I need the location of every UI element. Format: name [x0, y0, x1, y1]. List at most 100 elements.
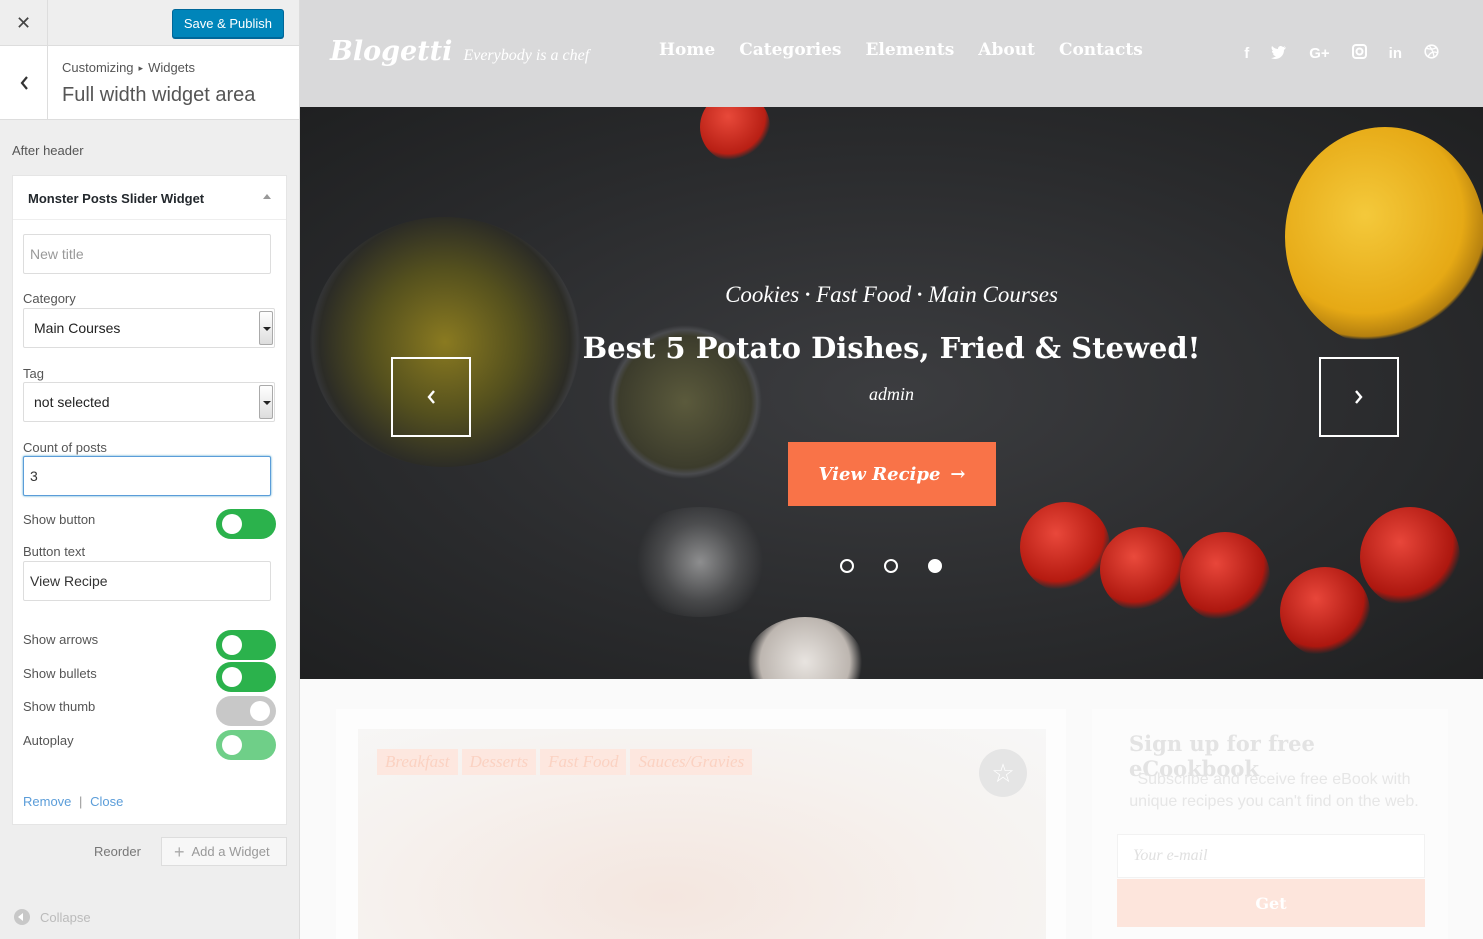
star-icon[interactable]: ☆	[979, 749, 1027, 797]
linkedin-icon[interactable]: in	[1389, 45, 1402, 62]
site-logo[interactable]: Blogetti Everybody is a chef	[330, 36, 589, 67]
count-input[interactable]: 3	[23, 456, 271, 496]
google-plus-icon[interactable]: G+	[1309, 45, 1329, 62]
signup-text: Subscribe and receive free eBook with un…	[1129, 771, 1419, 810]
tomato-image	[1100, 527, 1185, 612]
lemon-image	[1285, 127, 1483, 347]
toggle-knob	[250, 701, 270, 721]
close-icon[interactable]: ✕	[0, 0, 48, 46]
link-separator: |	[79, 794, 83, 809]
view-recipe-button[interactable]: View Recipe →	[788, 442, 996, 506]
breadcrumb-child: Widgets	[148, 60, 196, 75]
arrow-right-icon: →	[950, 463, 966, 485]
view-recipe-label: View Recipe	[818, 463, 941, 485]
post-tag[interactable]: Fast Food	[540, 749, 627, 775]
category-value: Main Courses	[34, 320, 121, 336]
caret-up-icon[interactable]	[263, 194, 271, 199]
hero-category[interactable]: Main Courses	[928, 282, 1058, 307]
show-bullets-toggle[interactable]	[216, 662, 276, 692]
slider-bullet-active[interactable]	[928, 559, 942, 573]
slider-next-button[interactable]	[1319, 357, 1399, 437]
tag-label: Tag	[23, 366, 44, 381]
widget-actions: Remove | Close	[23, 794, 123, 809]
widget-name: Monster Posts Slider Widget	[28, 191, 205, 206]
autoplay-toggle[interactable]	[216, 730, 276, 760]
show-button-label: Show button	[23, 512, 96, 527]
remove-link[interactable]: Remove	[23, 794, 71, 809]
nav-item-about[interactable]: About	[978, 40, 1035, 60]
slider-bullet[interactable]	[884, 559, 898, 573]
collapse-label: Collapse	[40, 909, 91, 925]
collapse-icon	[14, 909, 30, 925]
post-tag[interactable]: Sauces/Gravies	[630, 749, 753, 775]
chevron-left-icon	[20, 76, 28, 90]
bullet-separator: •	[805, 288, 811, 303]
nav-item-contacts[interactable]: Contacts	[1059, 40, 1143, 60]
close-link[interactable]: Close	[90, 794, 123, 809]
email-field[interactable]: Your e-mail	[1117, 834, 1425, 878]
dribbble-icon[interactable]	[1424, 44, 1439, 63]
content-area: Breakfast Desserts Fast Food Sauces/Grav…	[300, 679, 1483, 939]
toggle-knob	[222, 735, 242, 755]
tomato-image	[1020, 502, 1110, 592]
reorder-button[interactable]: Reorder	[94, 844, 141, 859]
autoplay-label: Autoplay	[23, 733, 74, 748]
bullet-separator: •	[917, 288, 923, 303]
site-tagline: Everybody is a chef	[463, 47, 590, 64]
button-text-label: Button text	[23, 544, 86, 559]
hero-category[interactable]: Cookies	[725, 282, 799, 307]
select-arrow-icon[interactable]	[259, 385, 273, 419]
nav-item-home[interactable]: Home	[659, 40, 715, 60]
nav-item-categories[interactable]: Categories	[739, 40, 841, 60]
main-nav: Home Categories Elements About Contacts	[659, 40, 1143, 60]
widget-header[interactable]: Monster Posts Slider Widget	[13, 176, 286, 220]
back-button[interactable]	[0, 46, 48, 120]
customizer-sidebar: ✕ Save & Publish Customizing ▸ Widgets Ful…	[0, 0, 300, 939]
hero-title[interactable]: Best 5 Potato Dishes, Fried & Stewed!	[300, 331, 1483, 365]
collapse-button[interactable]: Collapse	[14, 909, 91, 925]
post-tag[interactable]: Breakfast	[377, 749, 458, 775]
show-thumb-toggle[interactable]	[216, 696, 276, 726]
slider-bullet[interactable]	[840, 559, 854, 573]
show-arrows-toggle[interactable]	[216, 630, 276, 660]
button-text-input[interactable]: View Recipe	[23, 561, 271, 601]
hero-category[interactable]: Fast Food	[816, 282, 911, 307]
twitter-icon[interactable]	[1271, 45, 1287, 63]
show-button-toggle[interactable]	[216, 509, 276, 539]
category-select[interactable]: Main Courses	[23, 308, 275, 348]
facebook-icon[interactable]: f	[1244, 45, 1249, 62]
breadcrumb-separator-icon: ▸	[138, 63, 144, 73]
breadcrumb-root: Customizing	[62, 60, 134, 75]
hero-categories: Cookies • Fast Food • Main Courses	[300, 282, 1483, 308]
panel-title: Full width widget area	[62, 84, 256, 106]
tag-value: not selected	[34, 394, 110, 410]
widget-title-input[interactable]: New title	[23, 234, 271, 274]
chevron-left-icon	[427, 390, 435, 404]
site-preview: Blogetti Everybody is a chef Home Catego…	[300, 0, 1483, 939]
post-tag[interactable]: Desserts	[461, 749, 537, 775]
instagram-icon[interactable]	[1351, 44, 1367, 63]
select-arrow-icon[interactable]	[259, 311, 273, 345]
nav-item-elements[interactable]: Elements	[865, 40, 954, 60]
show-bullets-label: Show bullets	[23, 666, 97, 681]
add-widget-button[interactable]: + Add a Widget	[161, 837, 287, 866]
salt-image	[620, 507, 780, 617]
toggle-knob	[222, 514, 242, 534]
plus-icon: +	[174, 841, 185, 862]
category-label: Category	[23, 291, 76, 306]
show-arrows-label: Show arrows	[23, 632, 99, 647]
customizer-top-bar: ✕ Save & Publish	[0, 0, 299, 46]
toggle-knob	[222, 667, 242, 687]
save-publish-button[interactable]: Save & Publish	[171, 9, 284, 38]
tag-select[interactable]: not selected	[23, 382, 275, 422]
social-icons: f G+ in	[1244, 44, 1439, 63]
slider-prev-button[interactable]	[391, 357, 471, 437]
breadcrumb: Customizing ▸ Widgets	[62, 60, 195, 75]
chevron-right-icon	[1355, 390, 1363, 404]
site-header: Blogetti Everybody is a chef Home Catego…	[300, 0, 1483, 107]
signup-button[interactable]: Get	[1117, 879, 1425, 927]
tomato-image	[1180, 532, 1270, 622]
hero-author[interactable]: admin	[300, 384, 1483, 405]
post-tags: Breakfast Desserts Fast Food Sauces/Grav…	[377, 749, 753, 775]
tomato-image	[1280, 567, 1370, 657]
